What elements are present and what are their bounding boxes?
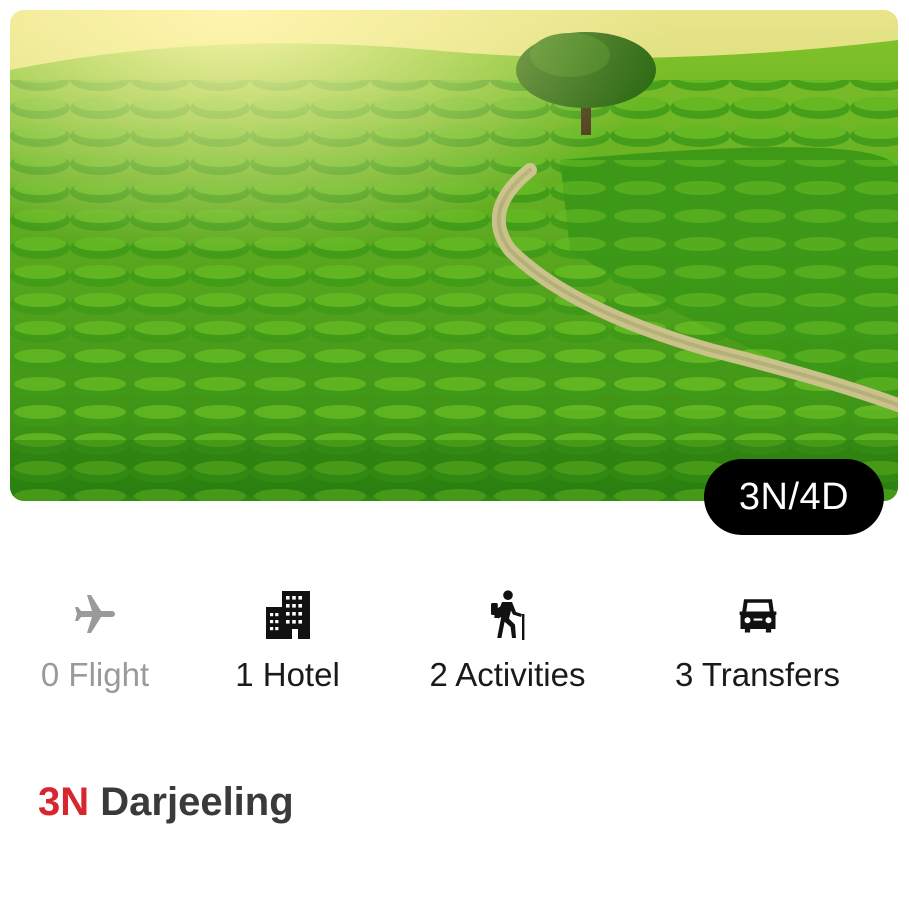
itinerary-destination: 3N Darjeeling <box>38 780 294 825</box>
airplane-icon <box>70 590 120 640</box>
hiker-icon <box>483 590 533 640</box>
inclusion-transfers-label: 3 Transfers <box>674 656 841 693</box>
itinerary-city: Darjeeling <box>100 780 294 824</box>
inclusion-hotel: 1 Hotel <box>220 590 355 700</box>
inclusion-activities: 2 Activities <box>415 590 600 700</box>
package-card[interactable]: 3N/4D 0 Flight 1 Hotel 2 Activities 3 Tr… <box>0 0 909 908</box>
inclusion-transfers: 3 Transfers <box>665 590 850 700</box>
inclusion-activities-label: 2 Activities <box>429 656 586 693</box>
car-icon <box>733 590 783 640</box>
inclusion-flight-label: 0 Flight <box>40 656 150 693</box>
inclusion-flight: 0 Flight <box>30 590 160 700</box>
package-inclusions: 0 Flight 1 Hotel 2 Activities 3 Transfer… <box>0 590 909 700</box>
itinerary-nights: 3N <box>38 780 90 824</box>
inclusion-hotel-label: 1 Hotel <box>235 656 340 693</box>
building-icon <box>263 590 313 640</box>
package-hero-image[interactable] <box>10 10 898 501</box>
duration-badge: 3N/4D <box>704 459 884 535</box>
